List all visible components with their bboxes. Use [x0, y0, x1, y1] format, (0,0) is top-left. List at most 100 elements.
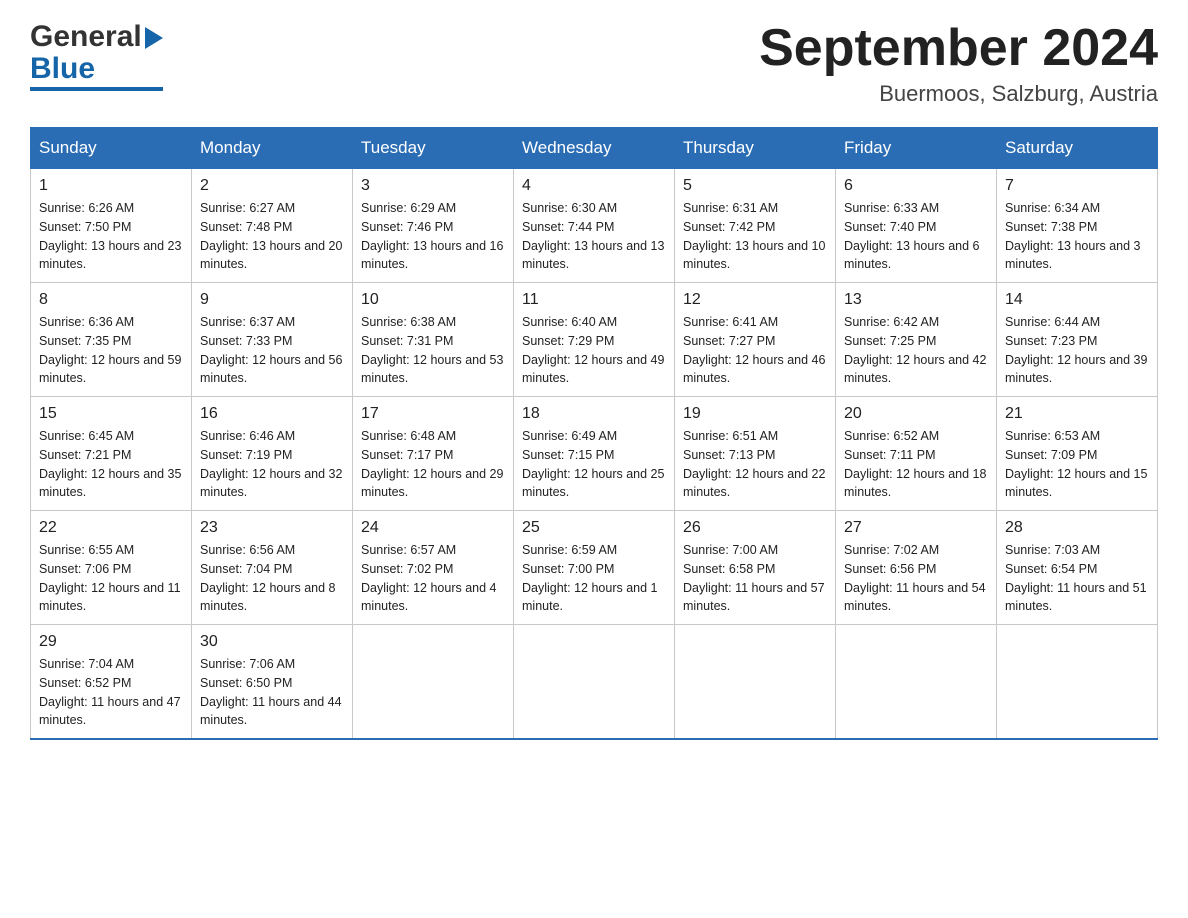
day-number: 30: [200, 633, 344, 651]
day-info: Sunrise: 6:34 AMSunset: 7:38 PMDaylight:…: [1005, 199, 1149, 274]
header-monday: Monday: [192, 128, 353, 169]
day-number: 4: [522, 177, 666, 195]
header-thursday: Thursday: [675, 128, 836, 169]
page-header: General Blue September 2024 Buermoos, Sa…: [30, 20, 1158, 107]
day-number: 6: [844, 177, 988, 195]
day-number: 3: [361, 177, 505, 195]
day-number: 25: [522, 519, 666, 537]
day-info: Sunrise: 6:45 AMSunset: 7:21 PMDaylight:…: [39, 427, 183, 502]
header-tuesday: Tuesday: [353, 128, 514, 169]
title-section: September 2024 Buermoos, Salzburg, Austr…: [759, 20, 1158, 107]
day-info: Sunrise: 6:37 AMSunset: 7:33 PMDaylight:…: [200, 313, 344, 388]
header-wednesday: Wednesday: [514, 128, 675, 169]
logo-triangle-icon: [145, 27, 163, 49]
day-info: Sunrise: 7:00 AMSunset: 6:58 PMDaylight:…: [683, 541, 827, 616]
day-info: Sunrise: 6:40 AMSunset: 7:29 PMDaylight:…: [522, 313, 666, 388]
day-number: 15: [39, 405, 183, 423]
day-number: 8: [39, 291, 183, 309]
calendar-cell: 27 Sunrise: 7:02 AMSunset: 6:56 PMDaylig…: [836, 511, 997, 625]
calendar-cell: 25 Sunrise: 6:59 AMSunset: 7:00 PMDaylig…: [514, 511, 675, 625]
calendar-cell: [997, 625, 1158, 740]
day-info: Sunrise: 6:36 AMSunset: 7:35 PMDaylight:…: [39, 313, 183, 388]
calendar-header-row: SundayMondayTuesdayWednesdayThursdayFrid…: [31, 128, 1158, 169]
logo-blue: Blue: [30, 52, 95, 86]
day-info: Sunrise: 6:29 AMSunset: 7:46 PMDaylight:…: [361, 199, 505, 274]
calendar-cell: 13 Sunrise: 6:42 AMSunset: 7:25 PMDaylig…: [836, 283, 997, 397]
header-saturday: Saturday: [997, 128, 1158, 169]
day-number: 18: [522, 405, 666, 423]
calendar-title: September 2024: [759, 20, 1158, 77]
day-number: 1: [39, 177, 183, 195]
day-info: Sunrise: 6:57 AMSunset: 7:02 PMDaylight:…: [361, 541, 505, 616]
day-info: Sunrise: 6:42 AMSunset: 7:25 PMDaylight:…: [844, 313, 988, 388]
week-row-4: 29 Sunrise: 7:04 AMSunset: 6:52 PMDaylig…: [31, 625, 1158, 740]
day-info: Sunrise: 6:49 AMSunset: 7:15 PMDaylight:…: [522, 427, 666, 502]
week-row-3: 22 Sunrise: 6:55 AMSunset: 7:06 PMDaylig…: [31, 511, 1158, 625]
calendar-cell: 12 Sunrise: 6:41 AMSunset: 7:27 PMDaylig…: [675, 283, 836, 397]
calendar-cell: [353, 625, 514, 740]
calendar-cell: 10 Sunrise: 6:38 AMSunset: 7:31 PMDaylig…: [353, 283, 514, 397]
day-info: Sunrise: 6:44 AMSunset: 7:23 PMDaylight:…: [1005, 313, 1149, 388]
day-number: 9: [200, 291, 344, 309]
day-info: Sunrise: 6:51 AMSunset: 7:13 PMDaylight:…: [683, 427, 827, 502]
calendar-cell: 5 Sunrise: 6:31 AMSunset: 7:42 PMDayligh…: [675, 169, 836, 283]
calendar-table: SundayMondayTuesdayWednesdayThursdayFrid…: [30, 127, 1158, 740]
calendar-cell: 4 Sunrise: 6:30 AMSunset: 7:44 PMDayligh…: [514, 169, 675, 283]
day-number: 23: [200, 519, 344, 537]
day-number: 24: [361, 519, 505, 537]
header-sunday: Sunday: [31, 128, 192, 169]
calendar-cell: 21 Sunrise: 6:53 AMSunset: 7:09 PMDaylig…: [997, 397, 1158, 511]
calendar-cell: 15 Sunrise: 6:45 AMSunset: 7:21 PMDaylig…: [31, 397, 192, 511]
calendar-subtitle: Buermoos, Salzburg, Austria: [759, 81, 1158, 107]
day-number: 20: [844, 405, 988, 423]
week-row-1: 8 Sunrise: 6:36 AMSunset: 7:35 PMDayligh…: [31, 283, 1158, 397]
day-number: 10: [361, 291, 505, 309]
day-number: 26: [683, 519, 827, 537]
day-number: 29: [39, 633, 183, 651]
week-row-0: 1 Sunrise: 6:26 AMSunset: 7:50 PMDayligh…: [31, 169, 1158, 283]
day-info: Sunrise: 6:41 AMSunset: 7:27 PMDaylight:…: [683, 313, 827, 388]
calendar-cell: 16 Sunrise: 6:46 AMSunset: 7:19 PMDaylig…: [192, 397, 353, 511]
day-number: 28: [1005, 519, 1149, 537]
day-info: Sunrise: 6:55 AMSunset: 7:06 PMDaylight:…: [39, 541, 183, 616]
day-number: 22: [39, 519, 183, 537]
logo-general: General: [30, 20, 142, 54]
day-info: Sunrise: 6:33 AMSunset: 7:40 PMDaylight:…: [844, 199, 988, 274]
day-number: 7: [1005, 177, 1149, 195]
calendar-cell: 14 Sunrise: 6:44 AMSunset: 7:23 PMDaylig…: [997, 283, 1158, 397]
day-info: Sunrise: 6:27 AMSunset: 7:48 PMDaylight:…: [200, 199, 344, 274]
day-number: 13: [844, 291, 988, 309]
day-info: Sunrise: 7:03 AMSunset: 6:54 PMDaylight:…: [1005, 541, 1149, 616]
calendar-cell: [836, 625, 997, 740]
day-number: 5: [683, 177, 827, 195]
day-number: 16: [200, 405, 344, 423]
calendar-cell: 23 Sunrise: 6:56 AMSunset: 7:04 PMDaylig…: [192, 511, 353, 625]
header-friday: Friday: [836, 128, 997, 169]
calendar-cell: 11 Sunrise: 6:40 AMSunset: 7:29 PMDaylig…: [514, 283, 675, 397]
day-info: Sunrise: 6:59 AMSunset: 7:00 PMDaylight:…: [522, 541, 666, 616]
day-number: 2: [200, 177, 344, 195]
logo: General Blue: [30, 20, 163, 91]
calendar-cell: 9 Sunrise: 6:37 AMSunset: 7:33 PMDayligh…: [192, 283, 353, 397]
day-number: 21: [1005, 405, 1149, 423]
day-info: Sunrise: 7:06 AMSunset: 6:50 PMDaylight:…: [200, 655, 344, 730]
calendar-cell: 3 Sunrise: 6:29 AMSunset: 7:46 PMDayligh…: [353, 169, 514, 283]
calendar-cell: 19 Sunrise: 6:51 AMSunset: 7:13 PMDaylig…: [675, 397, 836, 511]
calendar-cell: 17 Sunrise: 6:48 AMSunset: 7:17 PMDaylig…: [353, 397, 514, 511]
calendar-cell: 29 Sunrise: 7:04 AMSunset: 6:52 PMDaylig…: [31, 625, 192, 740]
calendar-cell: 6 Sunrise: 6:33 AMSunset: 7:40 PMDayligh…: [836, 169, 997, 283]
day-info: Sunrise: 7:02 AMSunset: 6:56 PMDaylight:…: [844, 541, 988, 616]
day-number: 11: [522, 291, 666, 309]
day-info: Sunrise: 6:26 AMSunset: 7:50 PMDaylight:…: [39, 199, 183, 274]
calendar-cell: [514, 625, 675, 740]
day-number: 17: [361, 405, 505, 423]
logo-underline: [30, 87, 163, 91]
day-info: Sunrise: 6:38 AMSunset: 7:31 PMDaylight:…: [361, 313, 505, 388]
calendar-cell: 8 Sunrise: 6:36 AMSunset: 7:35 PMDayligh…: [31, 283, 192, 397]
calendar-cell: 20 Sunrise: 6:52 AMSunset: 7:11 PMDaylig…: [836, 397, 997, 511]
day-number: 12: [683, 291, 827, 309]
day-number: 27: [844, 519, 988, 537]
day-info: Sunrise: 6:46 AMSunset: 7:19 PMDaylight:…: [200, 427, 344, 502]
calendar-cell: 28 Sunrise: 7:03 AMSunset: 6:54 PMDaylig…: [997, 511, 1158, 625]
calendar-cell: 18 Sunrise: 6:49 AMSunset: 7:15 PMDaylig…: [514, 397, 675, 511]
